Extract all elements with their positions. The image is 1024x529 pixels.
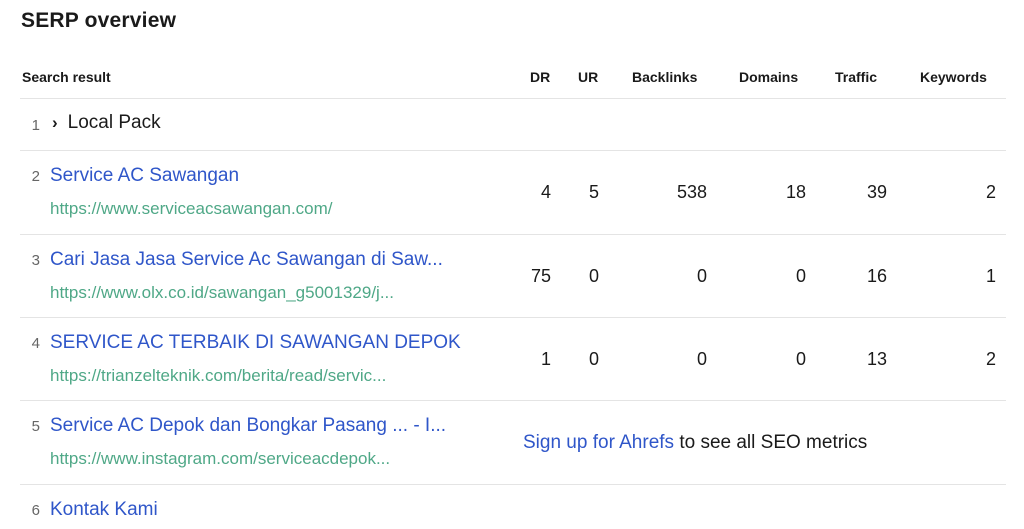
- backlinks-value: 0: [696, 349, 707, 369]
- header-traffic[interactable]: Traffic: [835, 69, 877, 85]
- ur-value: 0: [588, 266, 599, 286]
- backlinks-value: 538: [676, 182, 707, 202]
- result-title-link[interactable]: Service AC Depok dan Bongkar Pasang ... …: [50, 415, 446, 437]
- traffic-value: 13: [866, 349, 887, 369]
- row-number: 6: [31, 502, 40, 519]
- row-number: 2: [31, 168, 40, 185]
- table-row: 2 Service AC Sawangan https://www.servic…: [20, 151, 1006, 235]
- ur-value: 0: [588, 349, 599, 369]
- signup-prompt: Sign up for Ahrefs to see all SEO metric…: [523, 432, 867, 454]
- signup-text: to see all SEO metrics: [674, 432, 868, 453]
- result-url-link[interactable]: https://www.instagram.com/serviceacdepok…: [50, 449, 390, 469]
- header-search-result[interactable]: Search result: [22, 69, 111, 85]
- result-url-link[interactable]: https://www.serviceacsawangan.com/: [50, 199, 333, 219]
- header-backlinks[interactable]: Backlinks: [632, 69, 697, 85]
- local-pack-label: Local Pack: [67, 112, 161, 133]
- result-url-link[interactable]: https://www.olx.co.id/sawangan_g5001329/…: [50, 283, 394, 303]
- traffic-value: 16: [866, 266, 887, 286]
- row-number: 5: [31, 418, 40, 435]
- table-row: 5 Service AC Depok dan Bongkar Pasang ..…: [20, 401, 1006, 485]
- ur-value: 5: [588, 182, 599, 202]
- keywords-value: 2: [985, 182, 996, 202]
- domains-value: 18: [785, 182, 806, 202]
- table-row: 1 › Local Pack: [20, 98, 1006, 151]
- header-ur[interactable]: UR: [578, 69, 598, 85]
- keywords-value: 2: [985, 349, 996, 369]
- dr-value: 1: [540, 349, 551, 369]
- signup-link[interactable]: Sign up for Ahrefs: [523, 432, 674, 453]
- row-number: 3: [31, 252, 40, 269]
- result-title-link[interactable]: Kontak Kami: [50, 499, 158, 521]
- table-row: 4 SERVICE AC TERBAIK DI SAWANGAN DEPOK h…: [20, 318, 1006, 401]
- header-domains[interactable]: Domains: [739, 69, 798, 85]
- dr-value: 75: [530, 266, 551, 286]
- header-dr[interactable]: DR: [530, 69, 550, 85]
- result-url-link[interactable]: https://trianzelteknik.com/berita/read/s…: [50, 366, 386, 386]
- domains-value: 0: [795, 349, 806, 369]
- result-title-link[interactable]: Service AC Sawangan: [50, 165, 239, 187]
- result-title-link[interactable]: SERVICE AC TERBAIK DI SAWANGAN DEPOK: [50, 332, 461, 354]
- table-row: 6 Kontak Kami: [20, 485, 1006, 529]
- header-keywords[interactable]: Keywords: [920, 69, 987, 85]
- domains-value: 0: [795, 266, 806, 286]
- row-number: 4: [31, 335, 40, 352]
- page-title: SERP overview: [21, 9, 177, 32]
- row-number: 1: [31, 117, 40, 134]
- local-pack-toggle[interactable]: › Local Pack: [52, 112, 161, 134]
- result-title-link[interactable]: Cari Jasa Jasa Service Ac Sawangan di Sa…: [50, 249, 443, 271]
- table-header: Search result DR UR Backlinks Domains Tr…: [20, 60, 1006, 99]
- chevron-right-icon: ›: [52, 113, 58, 132]
- table-row: 3 Cari Jasa Jasa Service Ac Sawangan di …: [20, 235, 1006, 318]
- dr-value: 4: [540, 182, 551, 202]
- backlinks-value: 0: [696, 266, 707, 286]
- traffic-value: 39: [866, 182, 887, 202]
- keywords-value: 1: [985, 266, 996, 286]
